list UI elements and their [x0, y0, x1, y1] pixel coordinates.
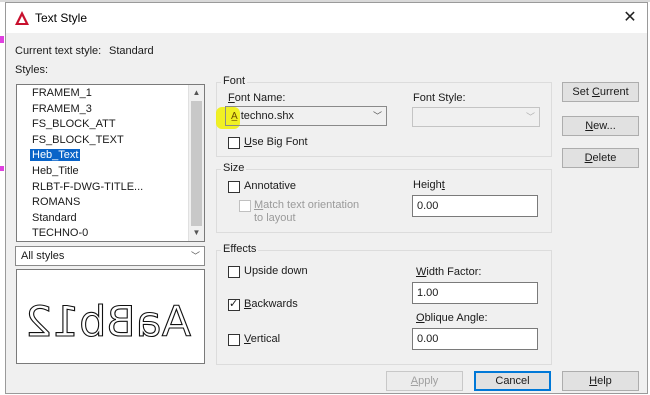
list-item-label: FRAMEM_3 — [32, 102, 92, 115]
list-item-label: Heb_Title — [32, 164, 79, 177]
list-item[interactable]: ROMANS — [17, 195, 189, 211]
cancel-button[interactable]: Cancel — [474, 371, 551, 391]
font-group-title: Font — [221, 75, 248, 87]
match-orientation-label-2: to layout — [254, 212, 296, 224]
list-item[interactable]: FS_BLOCK_ATT — [17, 117, 189, 133]
close-icon[interactable]: ✕ — [619, 7, 641, 29]
styles-scrollbar[interactable]: ▲ ▼ — [188, 85, 204, 241]
chevron-down-icon: ﹀ — [190, 251, 200, 261]
background-marker — [0, 166, 4, 171]
text-style-dialog: Text Style ✕ Current text style: Standar… — [5, 2, 648, 394]
style-preview: AaBb12 — [16, 269, 205, 364]
font-name-label: Font Name: — [228, 92, 286, 104]
oblique-angle-label: Oblique Angle: — [416, 312, 488, 324]
scroll-up-icon[interactable]: ▲ — [189, 86, 204, 100]
list-item-label: FS_BLOCK_TEXT — [32, 133, 124, 146]
match-orientation-checkbox[interactable] — [239, 200, 251, 212]
checkmark-icon: ✓ — [229, 298, 239, 310]
font-name-dropdown[interactable]: A̲ techno.shx ﹀ — [225, 106, 387, 126]
styles-filter-value: All styles — [21, 250, 65, 262]
backwards-label: Backwards — [244, 298, 298, 310]
font-style-label: Font Style: — [413, 92, 466, 104]
use-big-font-label: Use Big Font — [244, 136, 308, 148]
font-name-value: techno.shx — [240, 110, 294, 122]
list-item-label: FS_BLOCK_ATT — [32, 118, 116, 131]
width-factor-input[interactable]: 1.00 — [412, 282, 538, 304]
list-item[interactable]: Standard — [17, 211, 189, 227]
background-marker — [0, 36, 4, 43]
styles-label: Styles: — [15, 64, 49, 76]
width-factor-label: Width Factor: — [416, 266, 482, 278]
window-title: Text Style — [35, 11, 88, 25]
size-group-title: Size — [221, 162, 247, 174]
annotative-label: Annotative — [244, 180, 296, 192]
height-input[interactable]: 0.00 — [412, 195, 538, 217]
scroll-thumb[interactable] — [191, 101, 202, 226]
backwards-checkbox[interactable]: ✓ — [228, 298, 240, 311]
font-style-dropdown[interactable]: ﹀ — [412, 107, 540, 127]
list-item-label: Standard — [32, 211, 77, 224]
upside-down-checkbox[interactable] — [228, 266, 240, 278]
list-item[interactable]: Heb_Title — [17, 164, 189, 180]
list-item-label: FRAMEM_1 — [32, 87, 92, 99]
height-value: 0.00 — [417, 200, 439, 212]
list-item[interactable]: RLBT-F-DWG-TITLE... — [17, 180, 189, 196]
set-current-button[interactable]: Set Current — [562, 82, 639, 102]
preview-canvas: AaBb12 — [24, 296, 191, 346]
oblique-angle-value: 0.00 — [417, 333, 439, 345]
title-bar: Text Style ✕ — [6, 3, 647, 33]
autocad-icon — [15, 11, 29, 25]
styles-list[interactable]: FRAMEM_1 FRAMEM_3 FS_BLOCK_ATT FS_BLOCK_TEX… — [16, 84, 205, 242]
vertical-label: Vertical — [244, 333, 281, 345]
chevron-down-icon: ﹀ — [525, 112, 535, 122]
list-item[interactable]: FS_BLOCK_TEXT — [17, 133, 189, 149]
styles-filter-dropdown[interactable]: All styles ﹀ — [15, 246, 205, 266]
upside-down-label: Upside down — [244, 265, 308, 277]
current-style-label: Current text style: — [15, 45, 102, 57]
scroll-down-icon[interactable]: ▼ — [189, 226, 204, 240]
vertical-checkbox[interactable] — [228, 334, 240, 346]
list-item[interactable]: TECHNO-0 — [17, 226, 189, 241]
width-factor-value: 1.00 — [417, 287, 439, 299]
height-label: Height — [413, 179, 445, 191]
list-item[interactable]: FRAMEM_3 — [17, 102, 189, 118]
new-button[interactable]: New... — [562, 116, 639, 136]
delete-button[interactable]: Delete — [562, 148, 639, 168]
list-item-label: TECHNO-0 — [32, 227, 89, 240]
use-big-font-checkbox[interactable] — [228, 137, 240, 149]
list-item-label: Heb_Text — [30, 149, 81, 162]
annotative-checkbox[interactable] — [228, 181, 240, 193]
preview-text: AaBb12 — [25, 297, 191, 346]
list-item-label: RLBT-F-DWG-TITLE... — [32, 180, 144, 193]
list-item-label: ROMANS — [32, 196, 81, 209]
oblique-angle-input[interactable]: 0.00 — [412, 328, 538, 350]
chevron-down-icon: ﹀ — [372, 111, 382, 121]
help-button[interactable]: Help — [562, 371, 639, 391]
effects-group-title: Effects — [221, 243, 259, 255]
match-orientation-label: Match text orientation — [254, 199, 360, 211]
shx-font-icon: A̲ — [231, 111, 238, 122]
apply-button[interactable]: Apply — [386, 371, 463, 391]
list-item[interactable]: FRAMEM_1 — [17, 86, 189, 102]
current-style-value: Standard — [109, 45, 154, 57]
list-item[interactable]: Heb_Text — [17, 148, 189, 164]
